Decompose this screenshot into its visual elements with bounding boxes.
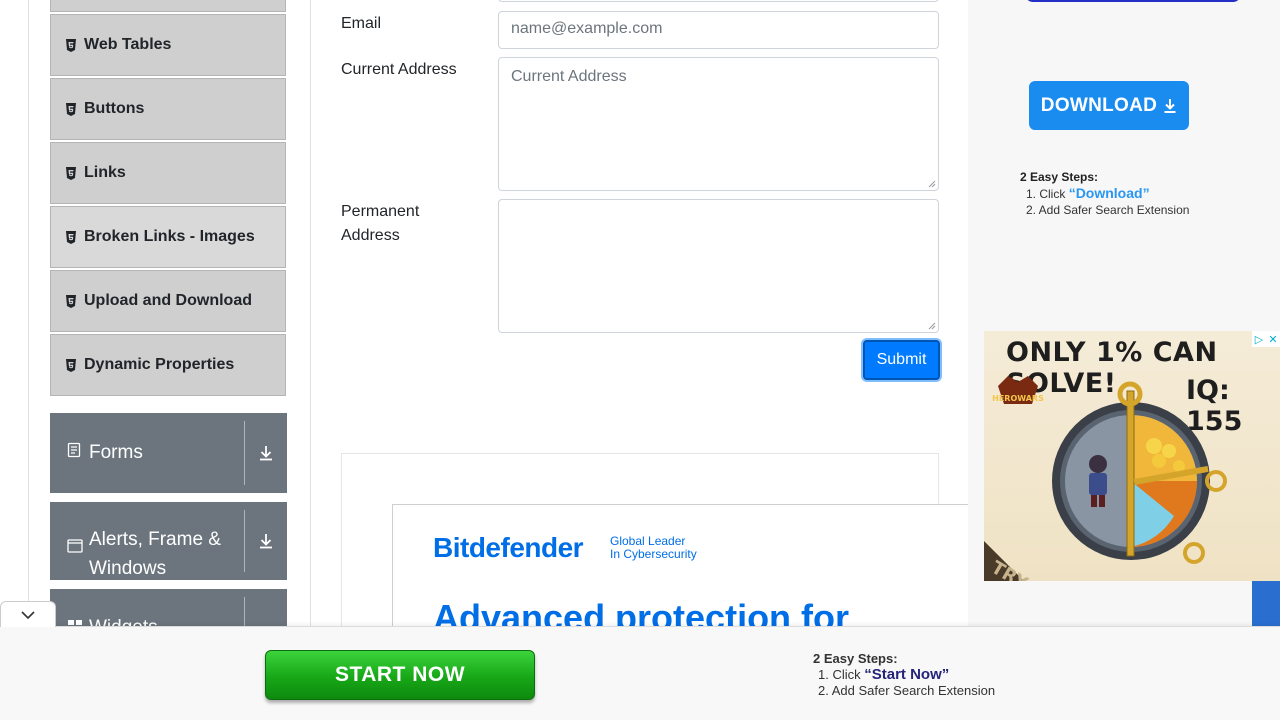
- html5-icon: [65, 102, 77, 116]
- side-ad-top-button[interactable]: [1025, 0, 1241, 2]
- html5-icon: [65, 294, 77, 308]
- sidebar-item-label: Upload and Download: [84, 292, 252, 309]
- group-label: Alerts, Frame & Windows: [89, 529, 221, 579]
- sidebar-item-previous[interactable]: [50, 0, 286, 12]
- svg-text:HEROWARS: HEROWARS: [992, 394, 1044, 403]
- html5-icon: [65, 38, 77, 52]
- current-address-placeholder: Current Address: [511, 68, 627, 85]
- current-address-label: Current Address: [341, 61, 457, 78]
- permanent-address-field[interactable]: [498, 199, 939, 333]
- sidebar-item-links[interactable]: Links: [50, 142, 286, 204]
- close-icon[interactable]: ✕: [1266, 331, 1280, 347]
- download-icon[interactable]: [245, 413, 287, 493]
- current-address-field[interactable]: Current Address: [498, 57, 939, 191]
- group-alerts-frame-windows[interactable]: Alerts, Frame & Windows: [50, 502, 287, 580]
- sidebar-item-dynamic-properties[interactable]: Dynamic Properties: [50, 334, 286, 396]
- previous-field[interactable]: [498, 0, 939, 2]
- html5-icon: [65, 358, 77, 372]
- group-forms[interactable]: Forms: [50, 413, 287, 493]
- sidebar-item-label: Web Tables: [84, 36, 172, 53]
- form-icon: [67, 442, 83, 464]
- collapse-ad-button[interactable]: [0, 601, 56, 627]
- sidebar-item-label: Dynamic Properties: [84, 356, 235, 373]
- bitdefender-tagline: Global Leader In Cybersecurity: [610, 534, 697, 561]
- window-icon: [67, 533, 83, 562]
- hero-wars-logo: HEROWARS: [992, 376, 1044, 404]
- download-label: DOWNLOAD: [1040, 94, 1158, 116]
- resize-grip-icon[interactable]: [928, 322, 936, 330]
- email-field[interactable]: name@example.com: [498, 11, 939, 49]
- sidebar-item-broken-links[interactable]: Broken Links - Images: [50, 206, 286, 268]
- download-icon: [1164, 98, 1176, 113]
- sidebar-item-web-tables[interactable]: Web Tables: [50, 14, 286, 76]
- sidebar-item-label: Broken Links - Images: [84, 228, 255, 245]
- sidebar-item-upload-download[interactable]: Upload and Download: [50, 270, 286, 332]
- sidebar-item-buttons[interactable]: Buttons: [50, 78, 286, 140]
- page: Web Tables Buttons Links Broken Links - …: [0, 0, 1280, 720]
- sidebar-item-label: Buttons: [84, 100, 145, 117]
- side-ad-edge: [1252, 581, 1280, 631]
- start-now-button[interactable]: START NOW: [265, 650, 535, 700]
- ad-choices[interactable]: ▷ ✕: [1252, 331, 1280, 347]
- ad-info-icon[interactable]: ▷: [1252, 331, 1266, 347]
- side-steps: 2 Easy Steps: 1. Click “Download” 2. Add…: [1020, 170, 1190, 217]
- download-button[interactable]: DOWNLOAD: [1029, 81, 1189, 130]
- sidebar-divider: [310, 0, 311, 720]
- email-label: Email: [341, 15, 382, 32]
- bitdefender-logo: Bitdefender: [433, 532, 584, 563]
- puzzle-illustration: HEROWARS TRY: [984, 376, 1227, 581]
- html5-icon: [65, 230, 77, 244]
- group-label: Forms: [89, 442, 143, 463]
- permanent-address-label: Permanent Address: [341, 203, 420, 244]
- game-ad[interactable]: ONLY 1% CAN SOLVE! IQ: 155 HEROWARS TRY: [984, 331, 1280, 581]
- resize-grip-icon[interactable]: [928, 180, 936, 188]
- chevron-down-icon: [21, 610, 35, 619]
- submit-button[interactable]: Submit: [863, 340, 940, 380]
- sidebar-item-label: Links: [84, 164, 126, 181]
- bottom-steps: 2 Easy Steps: 1. Click “Start Now” 2. Ad…: [813, 651, 996, 698]
- bottom-ad-bar: [0, 626, 1280, 720]
- email-placeholder: name@example.com: [511, 20, 663, 37]
- download-icon[interactable]: [245, 502, 287, 580]
- html5-icon: [65, 166, 77, 180]
